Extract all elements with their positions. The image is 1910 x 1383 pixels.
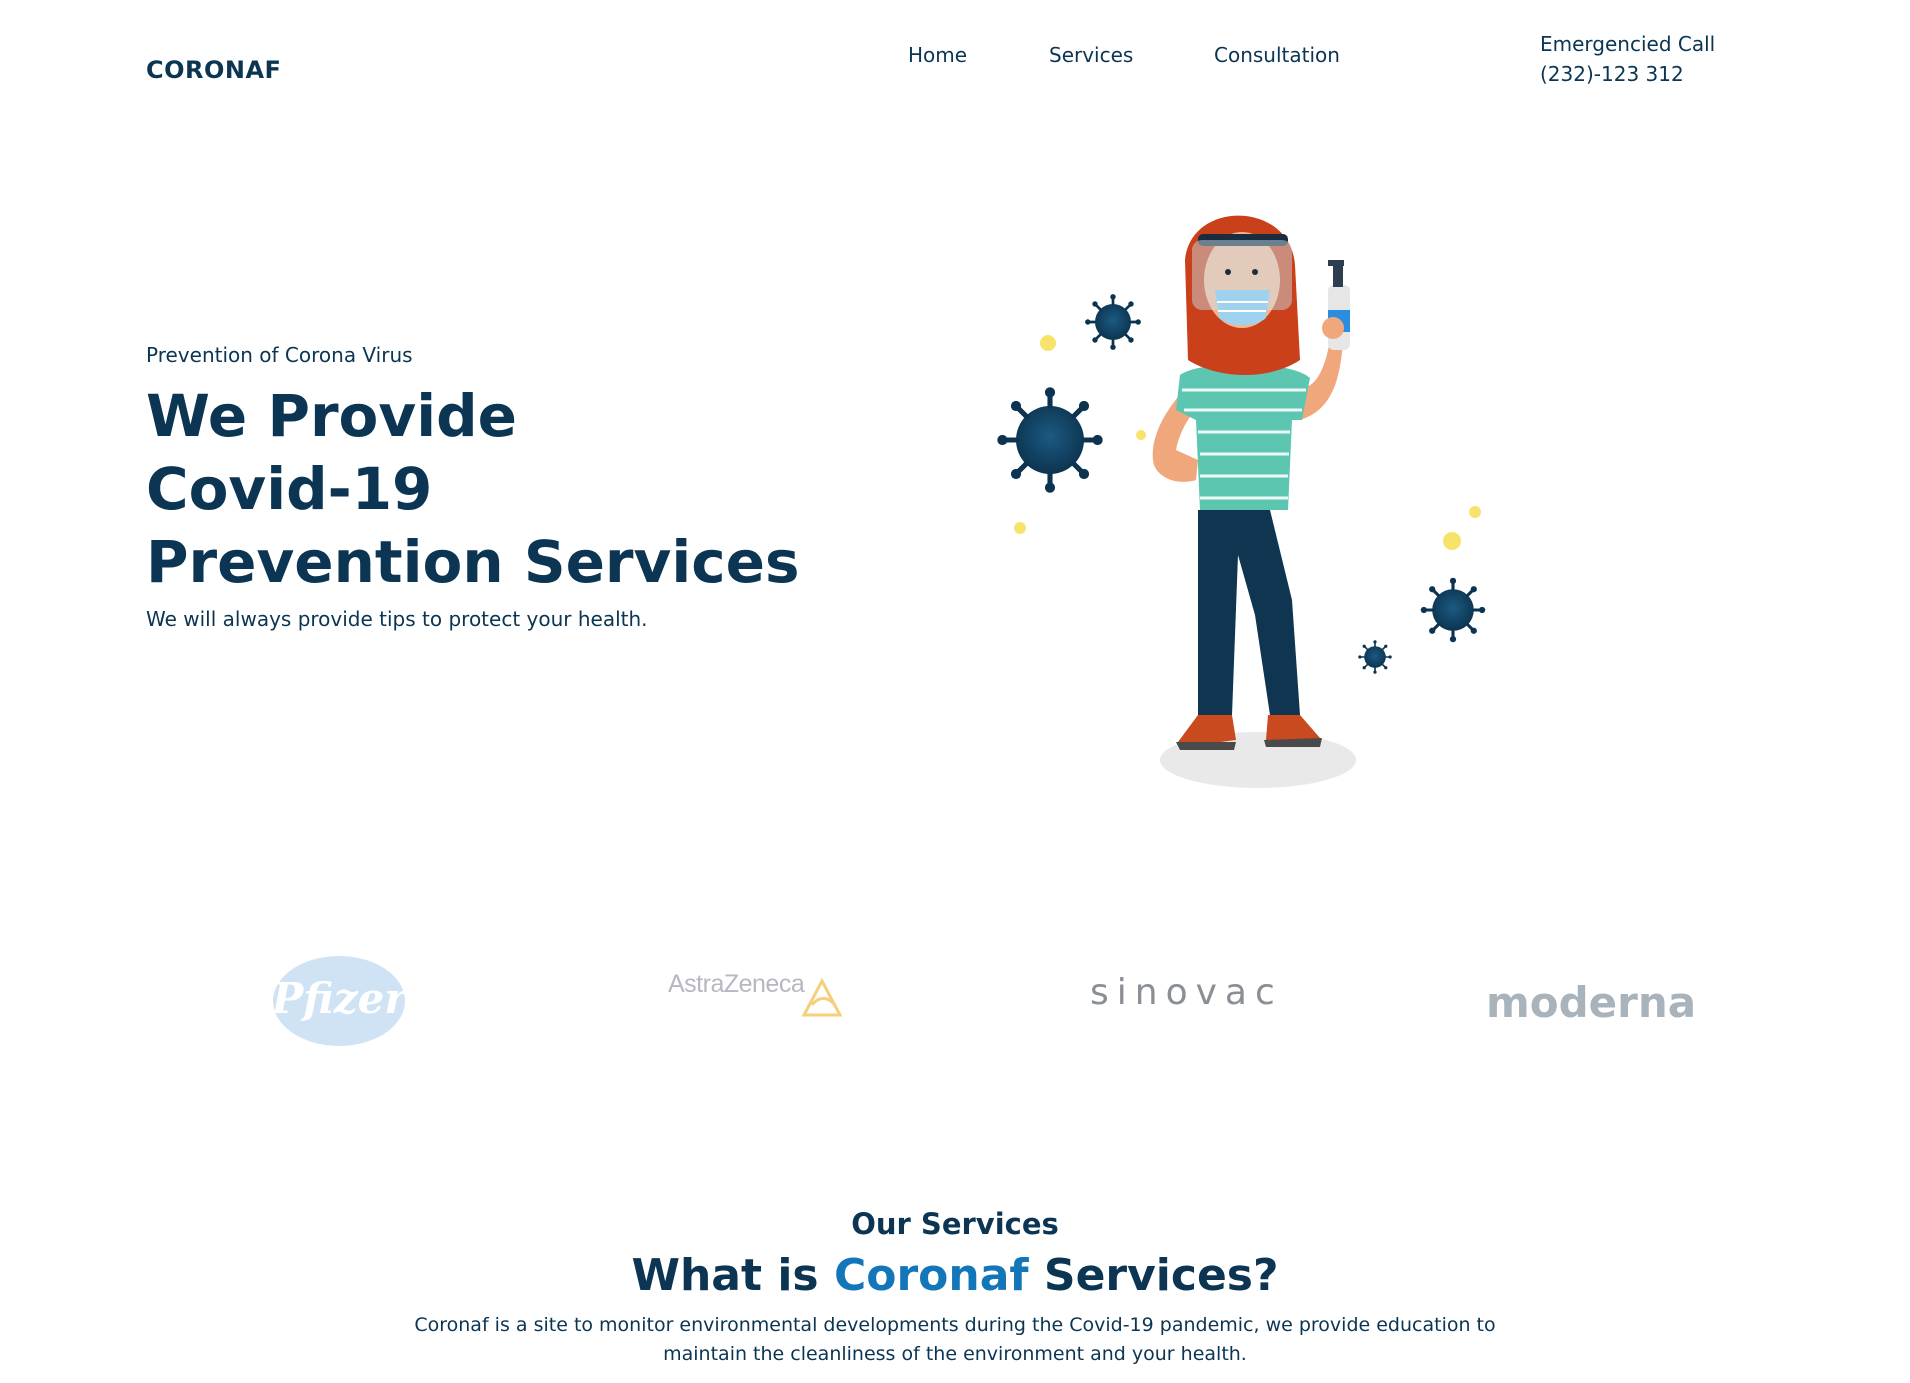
virus-tiny-icon (1357, 639, 1393, 675)
pfizer-logo: Pfizer (272, 956, 406, 1046)
services-title-suffix: Services? (1043, 1250, 1279, 1301)
hero-title-line-2: Covid-19 (146, 455, 433, 523)
hero-title: We Provide Covid-19 Prevention Services (146, 380, 826, 599)
moderna-logo: moderna (1486, 978, 1697, 1027)
virus-large-icon (997, 387, 1102, 492)
hero-kicker: Prevention of Corona Virus (146, 343, 413, 367)
hero-title-line-3: Prevention Services (146, 528, 800, 596)
nav-home[interactable]: Home (908, 43, 967, 73)
sinovac-logo: sinovac (1090, 972, 1283, 1013)
astrazeneca-logo: AstraZeneca (668, 970, 805, 998)
services-kicker: Our Services (851, 1207, 1059, 1241)
hero-illustration (970, 215, 1487, 788)
services-title-prefix: What is (631, 1250, 819, 1301)
hero-subtitle: We will always provide tips to protect y… (146, 607, 648, 631)
svg-text:Pfizer: Pfizer (272, 974, 406, 1023)
services-title-accent: Coronaf (833, 1250, 1029, 1301)
services-title: What is Coronaf Services? (0, 1250, 1910, 1301)
services-description: Coronaf is a site to monitor environment… (414, 1314, 1496, 1365)
hero-title-line-1: We Provide (146, 382, 517, 450)
site-logo[interactable]: CORONAF (146, 56, 281, 84)
virus-right-icon (1419, 576, 1487, 644)
nav-consultation[interactable]: Consultation (1214, 43, 1340, 73)
astrazeneca-mark-icon (801, 977, 843, 1017)
virus-small-top-icon (1083, 292, 1143, 352)
emergency-call-label: Emergencied Call (1540, 32, 1716, 56)
emergency-call-number[interactable]: (232)-123 312 (1540, 62, 1684, 86)
nav-services[interactable]: Services (1049, 43, 1133, 73)
